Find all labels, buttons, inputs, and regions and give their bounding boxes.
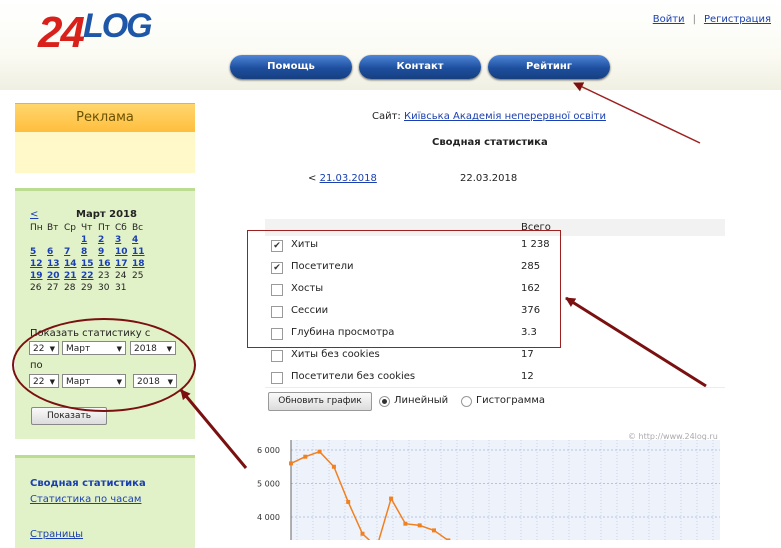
arrow-to-rating <box>573 82 701 144</box>
arrow-to-stats <box>565 296 707 388</box>
arrow-to-dates <box>179 389 248 469</box>
annotation-arrows <box>179 82 707 469</box>
